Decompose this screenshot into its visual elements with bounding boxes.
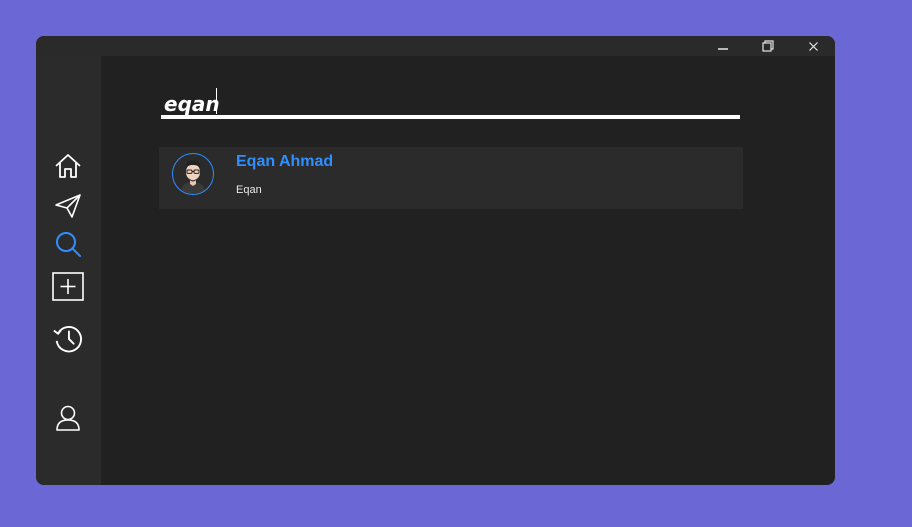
minimize-icon	[718, 48, 728, 50]
app-window: Eqan Ahmad Eqan	[36, 36, 835, 485]
search-underline	[161, 115, 740, 119]
restore-icon	[762, 40, 774, 52]
sidebar	[36, 56, 101, 485]
minimize-button[interactable]	[703, 36, 743, 56]
sidebar-item-add[interactable]	[52, 271, 84, 303]
close-button[interactable]	[793, 36, 833, 56]
sidebar-item-search[interactable]	[52, 228, 84, 260]
title-bar[interactable]	[36, 36, 835, 56]
result-username: Eqan	[236, 184, 262, 196]
home-icon	[55, 154, 81, 178]
history-icon	[53, 326, 82, 353]
send-icon	[55, 194, 81, 218]
user-icon	[56, 405, 80, 431]
search-result-item[interactable]: Eqan Ahmad Eqan	[159, 147, 743, 209]
close-icon	[808, 41, 818, 51]
avatar	[172, 153, 214, 195]
add-icon	[52, 272, 84, 301]
restore-button[interactable]	[748, 36, 788, 56]
sidebar-item-history[interactable]	[52, 322, 84, 354]
avatar-icon	[181, 160, 205, 194]
search-icon	[56, 232, 81, 257]
sidebar-item-home[interactable]	[52, 150, 84, 182]
sidebar-item-send[interactable]	[52, 190, 84, 222]
sidebar-item-profile[interactable]	[52, 402, 84, 434]
result-name: Eqan Ahmad	[236, 153, 334, 170]
text-caret	[216, 88, 217, 114]
